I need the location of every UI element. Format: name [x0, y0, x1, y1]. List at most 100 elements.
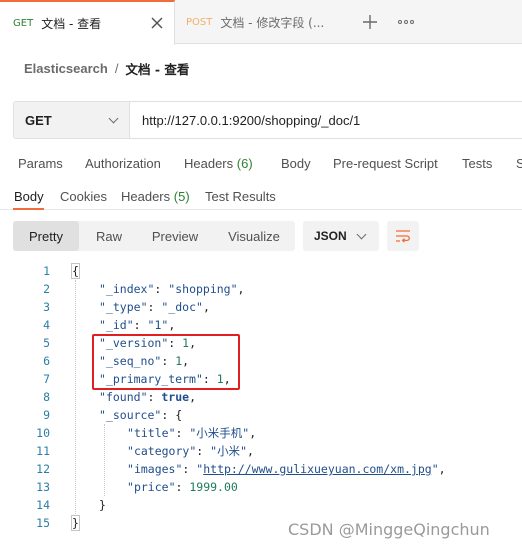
- more-options-icon[interactable]: [396, 13, 416, 31]
- json-key: _source: [105, 408, 155, 422]
- format-select[interactable]: JSON: [303, 221, 379, 251]
- line-number: 3: [43, 300, 50, 314]
- response-tab-headers-label: Headers: [121, 189, 171, 204]
- code-content: "_index": "shopping",: [99, 280, 244, 298]
- code-line: 6 "_seq_no": 1,: [0, 352, 522, 370]
- chevron-down-icon: [108, 113, 119, 124]
- tab-method-post: POST: [186, 16, 213, 28]
- breadcrumb-request-name[interactable]: 文档 - 查看: [125, 59, 189, 78]
- json-key-quote: ": [99, 282, 106, 296]
- json-brace-open: {: [175, 408, 183, 422]
- code-content: "images": "http://www.gulixueyuan.com/xm…: [127, 460, 446, 478]
- code-content: }: [99, 496, 106, 514]
- line-number: 13: [36, 480, 50, 494]
- line-number: 15: [36, 516, 50, 530]
- tab-body[interactable]: Body: [281, 156, 311, 171]
- json-key: _id: [105, 318, 127, 332]
- json-string: 小米手机: [196, 426, 243, 440]
- breadcrumb-collection[interactable]: Elasticsearch: [24, 61, 108, 76]
- method-value: GET: [25, 112, 52, 128]
- tab-document-view[interactable]: GET 文档 - 查看: [0, 0, 175, 45]
- response-tabs: Body Cookies Headers (5) Test Results: [0, 184, 522, 210]
- code-content: "_type": "_doc",: [99, 298, 210, 316]
- json-string-quote: ": [230, 282, 238, 296]
- wrap-lines-button[interactable]: [387, 221, 419, 251]
- code-line: 13 "price": 1999.00: [0, 478, 522, 496]
- breadcrumb-separator: /: [114, 60, 119, 76]
- json-colon: :: [147, 300, 162, 314]
- json-string-quote: ": [240, 444, 247, 458]
- json-key-quote: ": [168, 480, 176, 494]
- code-content: "price": 1999.00: [127, 478, 238, 496]
- tab-settings[interactable]: S: [516, 156, 522, 171]
- code-content: "_source": {: [99, 406, 182, 424]
- line-number: 1: [43, 264, 50, 278]
- code-content: "_id": "1",: [99, 316, 175, 334]
- json-key-quote: ": [140, 390, 148, 404]
- line-number: 5: [43, 336, 50, 350]
- view-pretty-button[interactable]: Pretty: [13, 221, 79, 251]
- json-comma: ,: [438, 462, 446, 476]
- request-tabs: Params Authorization Headers (6) Body Pr…: [0, 152, 522, 176]
- json-comma: ,: [168, 318, 176, 332]
- add-tab-icon[interactable]: [358, 10, 382, 34]
- close-icon[interactable]: [148, 14, 166, 32]
- json-key-quote: ": [99, 300, 106, 314]
- view-raw-button[interactable]: Raw: [81, 221, 137, 251]
- highlight-annotation-box: [92, 334, 240, 390]
- json-key: _index: [105, 282, 148, 296]
- json-brace-close: }: [99, 498, 106, 512]
- json-string: _doc: [168, 300, 196, 314]
- json-url-link: http://www.gulixueyuan.com/xm.jpg: [203, 462, 432, 476]
- response-tab-cookies[interactable]: Cookies: [60, 189, 107, 204]
- tab-strip: GET 文档 - 查看 POST 文档 - 修改字段 (...: [0, 0, 522, 45]
- json-string: 小米: [217, 444, 241, 458]
- response-tab-headers[interactable]: Headers (5): [121, 189, 190, 204]
- json-comma: ,: [189, 390, 196, 404]
- tab-headers[interactable]: Headers (6): [184, 156, 253, 171]
- tab-headers-count: (6): [236, 156, 253, 171]
- json-key-quote: ": [99, 318, 106, 332]
- code-content: "category": "小米",: [127, 442, 254, 460]
- line-number: 4: [43, 318, 50, 332]
- json-colon: :: [154, 282, 169, 296]
- view-preview-button[interactable]: Preview: [141, 221, 209, 251]
- line-number: 9: [43, 408, 50, 422]
- json-key-quote: ": [127, 444, 134, 458]
- line-number: 10: [36, 426, 50, 440]
- response-tab-test-results[interactable]: Test Results: [205, 189, 276, 204]
- response-body-viewer[interactable]: 1{2 "_index": "shopping", 3 "_type": "_doc"…: [0, 262, 522, 532]
- json-colon: :: [175, 480, 190, 494]
- json-key: title: [133, 426, 169, 440]
- tab-method-get: GET: [13, 18, 34, 29]
- view-mode-group: Pretty Raw Preview Visualize: [13, 221, 295, 251]
- tab-pre-request-script[interactable]: Pre-request Script: [333, 156, 438, 171]
- tab-headers-label: Headers: [184, 156, 234, 171]
- method-select[interactable]: GET: [14, 102, 130, 138]
- line-number: 7: [43, 372, 50, 386]
- line-number: 2: [43, 282, 50, 296]
- code-content: }: [71, 514, 80, 532]
- json-colon: :: [147, 390, 162, 404]
- json-key: price: [133, 480, 169, 494]
- code-line: 7 "_primary_term": 1,: [0, 370, 522, 388]
- json-colon: :: [161, 408, 176, 422]
- tab-authorization[interactable]: Authorization: [85, 156, 161, 171]
- response-tab-body[interactable]: Body: [14, 189, 44, 204]
- indent-guide: [104, 424, 105, 496]
- json-comma: ,: [249, 426, 257, 440]
- tab-document-modify[interactable]: POST 文档 - 修改字段 (...: [176, 0, 346, 44]
- code-content: {: [71, 262, 80, 280]
- json-colon: :: [175, 426, 190, 440]
- code-line: 3 "_type": "_doc",: [0, 298, 522, 316]
- view-visualize-button[interactable]: Visualize: [217, 221, 291, 251]
- tab-tests[interactable]: Tests: [462, 156, 492, 171]
- json-key-quote: ": [140, 300, 148, 314]
- breadcrumb: Elasticsearch / 文档 - 查看: [24, 58, 189, 78]
- tab-params[interactable]: Params: [18, 156, 63, 171]
- json-brace-close: }: [71, 515, 80, 531]
- url-input[interactable]: [130, 102, 522, 138]
- code-line: 10 "title": "小米手机",: [0, 424, 522, 442]
- code-content: "title": "小米手机",: [127, 424, 256, 442]
- code-content: "found": true,: [99, 388, 196, 406]
